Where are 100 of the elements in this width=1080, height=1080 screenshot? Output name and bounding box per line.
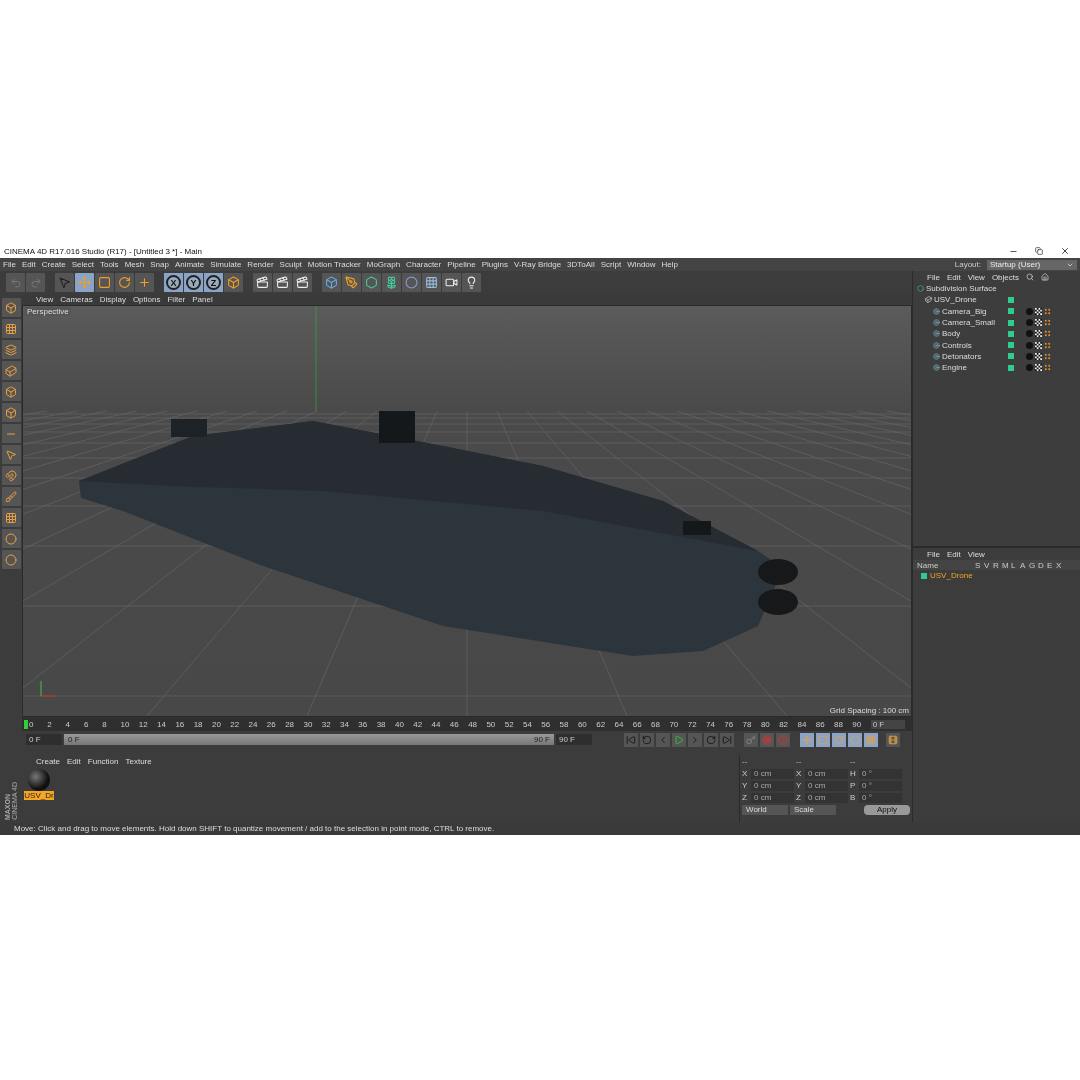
menu-item[interactable]: Character — [406, 260, 442, 269]
coordinate-mode-dropdown[interactable]: World — [742, 804, 788, 815]
object-manager-menu-item[interactable]: View — [967, 272, 985, 282]
menu-item[interactable]: Window — [627, 260, 656, 269]
start-frame-field[interactable]: 0 F — [26, 734, 62, 745]
layer-color-swatch[interactable] — [921, 572, 927, 579]
position-field[interactable]: 0 cm — [751, 792, 794, 803]
end-frame-field[interactable]: 90 F — [556, 734, 592, 745]
key-scale-button[interactable] — [816, 732, 830, 747]
object-manager-menu-item[interactable]: Objects — [991, 272, 1019, 282]
cuboid-button[interactable] — [1, 361, 21, 380]
previous-key-button[interactable] — [640, 732, 654, 747]
menu-item[interactable]: Edit — [21, 260, 36, 269]
key-circle-button[interactable] — [848, 732, 862, 747]
plus-tool-button[interactable] — [135, 273, 154, 292]
object-name[interactable]: Camera_Small — [942, 318, 1006, 328]
frame-range-slider[interactable]: 0 F 90 F — [64, 734, 554, 745]
object-name[interactable]: Subdivision Surface — [926, 284, 1006, 294]
menu-item[interactable]: Plugins — [481, 260, 508, 269]
layer-manager-menu-item[interactable]: File — [927, 549, 940, 559]
menu-item[interactable]: V-Ray Bridge — [513, 260, 562, 269]
render-button[interactable] — [253, 273, 272, 292]
menu-item[interactable]: Snap — [150, 260, 169, 269]
circle-button[interactable] — [1, 550, 21, 569]
current-frame-field[interactable]: 0 F — [870, 719, 905, 729]
key-button[interactable] — [744, 732, 758, 747]
object-manager-menu-item[interactable]: Edit — [946, 272, 961, 282]
cube-button[interactable] — [322, 273, 341, 292]
axis-lock-button[interactable]: X — [164, 273, 183, 292]
viewport-menu-item[interactable]: Display — [99, 295, 126, 304]
cube-button[interactable] — [1, 403, 21, 422]
axis-lock-button[interactable]: Z — [204, 273, 223, 292]
pointer-button[interactable] — [1, 445, 21, 464]
layout-dropdown[interactable]: Startup (User) — [987, 259, 1077, 270]
light-bulb-button[interactable] — [462, 273, 481, 292]
apply-button[interactable]: Apply — [864, 804, 910, 815]
layer-manager-menu-item[interactable]: Edit — [946, 549, 961, 559]
skip-back-button[interactable] — [624, 732, 638, 747]
menu-item[interactable]: Tools — [99, 260, 119, 269]
rotation-field[interactable]: 0 ° — [859, 780, 902, 791]
viewport[interactable]: Perspective Grid Spacing : 100 cm — [22, 305, 912, 717]
object-name[interactable]: Body — [942, 329, 1006, 339]
menu-item[interactable]: Motion Tracker — [307, 260, 361, 269]
size-field[interactable]: 0 cm — [805, 768, 848, 779]
viewport-menu-item[interactable]: Panel — [192, 295, 213, 304]
menu-item[interactable]: Select — [71, 260, 94, 269]
menu-item[interactable]: Script — [600, 260, 622, 269]
menu-item[interactable]: 3DToAll — [567, 260, 595, 269]
camera-button[interactable] — [442, 273, 461, 292]
render-button[interactable] — [293, 273, 312, 292]
viewport-menu-item[interactable]: Filter — [167, 295, 186, 304]
play-button[interactable] — [672, 732, 686, 747]
flower-button[interactable] — [382, 273, 401, 292]
circle-button[interactable] — [402, 273, 421, 292]
cube-button[interactable] — [1, 382, 21, 401]
render-button[interactable] — [273, 273, 292, 292]
next-key-button[interactable] — [704, 732, 718, 747]
playhead[interactable] — [24, 719, 28, 729]
object-manager-menu-item[interactable]: File — [927, 272, 940, 282]
select-arrow-tool-button[interactable] — [55, 273, 74, 292]
cube-button[interactable] — [1, 298, 21, 317]
menu-item[interactable]: Mesh — [124, 260, 145, 269]
size-field[interactable]: 0 cm — [805, 792, 848, 803]
coordinate-system-button[interactable] — [224, 273, 243, 292]
material-menu-item[interactable]: Create — [36, 756, 60, 766]
menu-item[interactable]: Render — [247, 260, 274, 269]
menu-item[interactable]: Sculpt — [279, 260, 302, 269]
key-rotate-button[interactable] — [832, 732, 846, 747]
size-mode-dropdown[interactable]: Scale — [790, 804, 836, 815]
size-field[interactable]: 0 cm — [805, 780, 848, 791]
brush-button[interactable] — [1, 487, 21, 506]
material-menu-item[interactable]: Edit — [67, 756, 81, 766]
grid-button[interactable] — [1, 319, 21, 338]
material-menu-item[interactable]: Texture — [125, 756, 152, 766]
menu-item[interactable]: Pipeline — [447, 260, 476, 269]
line-button[interactable] — [1, 424, 21, 443]
menu-item[interactable]: Animate — [174, 260, 205, 269]
menu-item[interactable]: Create — [41, 260, 66, 269]
rotation-field[interactable]: 0 ° — [859, 792, 902, 803]
key-move-button[interactable] — [800, 732, 814, 747]
scale-tool-button[interactable] — [95, 273, 114, 292]
position-field[interactable]: 0 cm — [751, 780, 794, 791]
viewport-menu-item[interactable]: View — [36, 295, 54, 304]
circle-button[interactable] — [1, 529, 21, 548]
viewport-menu-item[interactable]: Cameras — [60, 295, 93, 304]
material-sphere-icon[interactable] — [28, 769, 50, 791]
material-menu-item[interactable]: Function — [87, 756, 119, 766]
axis-lock-button[interactable]: Y — [184, 273, 203, 292]
position-field[interactable]: 0 cm — [751, 768, 794, 779]
hexagon-button[interactable] — [362, 273, 381, 292]
object-name[interactable]: Camera_Big — [942, 306, 1006, 316]
magnet-button[interactable] — [1, 466, 21, 485]
menu-item[interactable]: File — [3, 260, 16, 269]
object-name[interactable]: USV_Drone — [934, 295, 1006, 305]
grid-button[interactable] — [1, 508, 21, 527]
key-grid-button[interactable] — [864, 732, 878, 747]
timeline-button[interactable] — [886, 732, 900, 747]
rotate-tool-button[interactable] — [115, 273, 134, 292]
skip-forward-button[interactable] — [720, 732, 734, 747]
object-name[interactable]: Detonators — [942, 351, 1006, 361]
